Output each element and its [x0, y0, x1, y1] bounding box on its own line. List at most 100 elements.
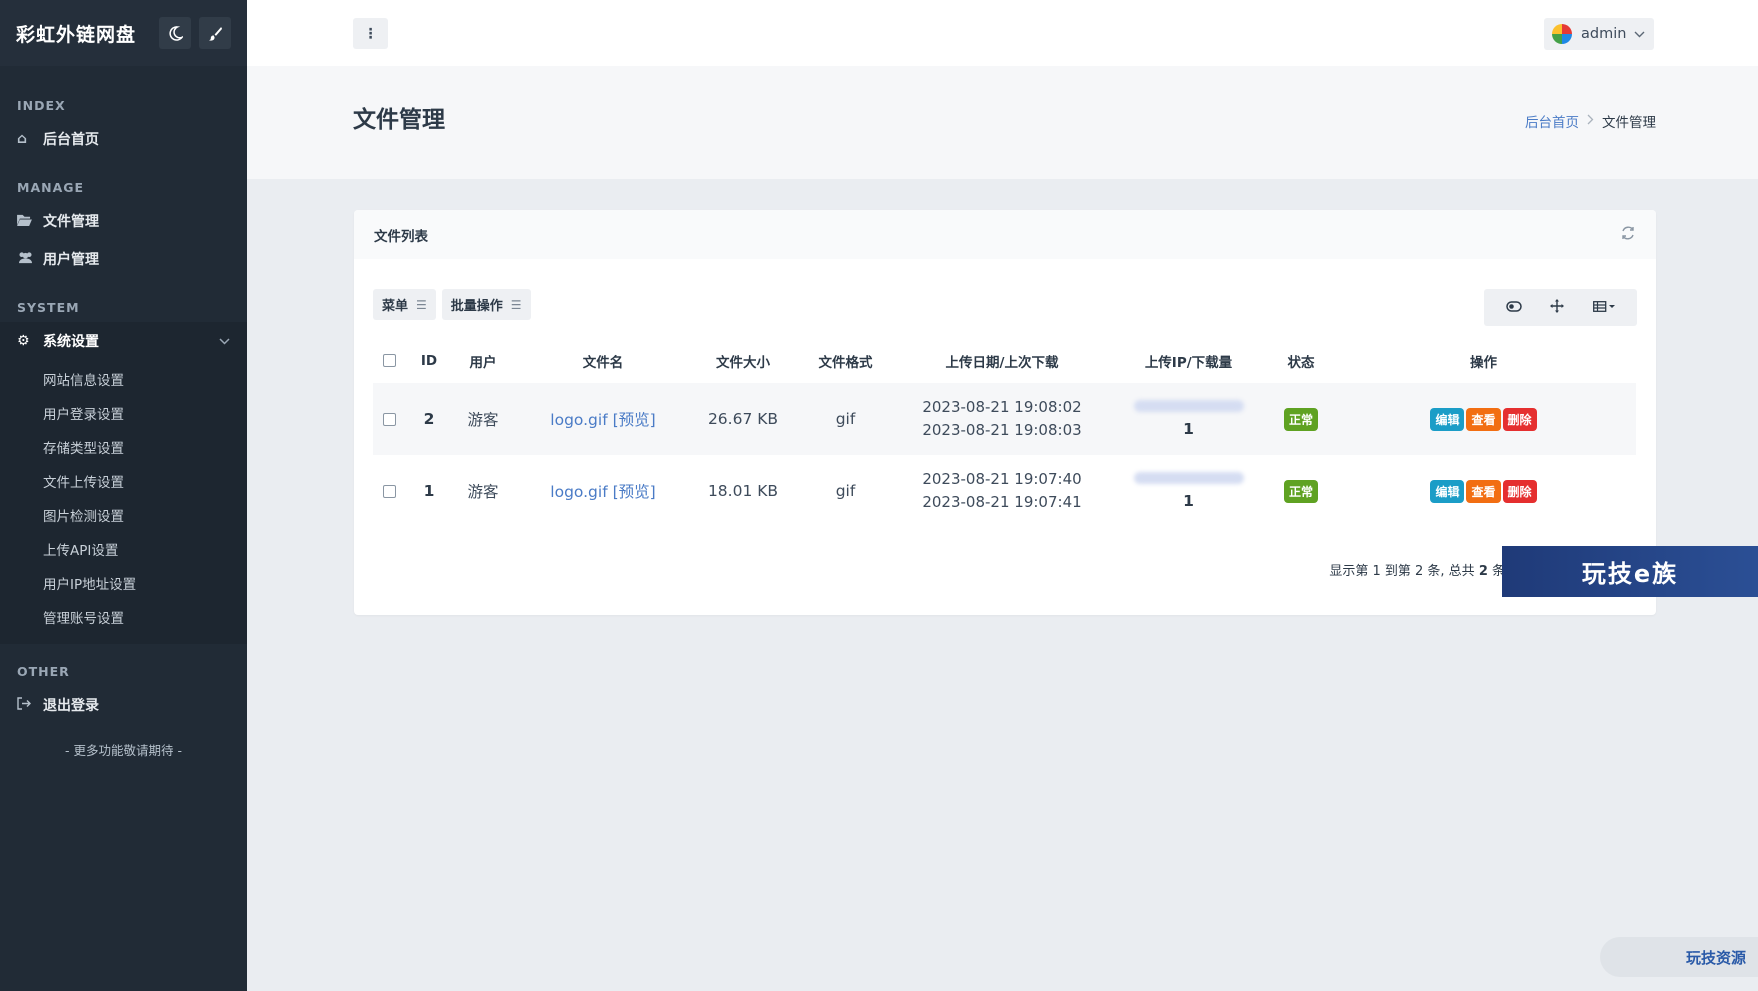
page-title-bar: 文件管理 后台首页 文件管理 — [247, 66, 1758, 179]
columns-icon[interactable] — [1592, 300, 1615, 316]
delete-button[interactable]: 删除 — [1502, 407, 1537, 431]
folder-open-icon — [17, 213, 43, 230]
moon-icon — [168, 25, 183, 41]
file-id: 1 — [423, 482, 435, 500]
top-header: ⋮ admin — [247, 0, 1758, 66]
column-header-user[interactable]: 用户 — [453, 338, 513, 383]
pagination-total: 2 — [1478, 564, 1488, 579]
more-menu-button[interactable]: ⋮ — [353, 18, 388, 49]
select-all-checkbox[interactable] — [382, 354, 396, 367]
view-button[interactable]: 查看 — [1466, 407, 1501, 431]
batch-label: 批量操作 — [450, 299, 503, 314]
refresh-icon[interactable] — [1620, 225, 1636, 245]
column-header-format[interactable]: 文件格式 — [793, 338, 898, 383]
row-checkbox[interactable] — [382, 413, 396, 426]
pagination-info: 显示第 1 到第 2 条, 总共 2 条 — [1329, 560, 1505, 579]
column-header-id[interactable]: ID — [405, 338, 453, 383]
column-header-filename[interactable]: 文件名 — [513, 338, 693, 383]
submenu-item-upload-api[interactable]: 上传API设置 — [0, 534, 247, 568]
nav-heading-index: INDEX — [17, 98, 66, 113]
chevron-down-icon — [219, 334, 230, 348]
pagination-prefix: 显示第 1 到第 2 条, 总共 — [1329, 564, 1479, 579]
users-icon — [17, 251, 43, 268]
card-title: 文件列表 — [374, 228, 428, 245]
home-icon: ⌂ — [17, 131, 28, 147]
file-size: 26.67 KB — [707, 410, 779, 428]
toggle-icon[interactable] — [1506, 300, 1522, 316]
username: admin — [1581, 26, 1627, 42]
delete-button[interactable]: 删除 — [1502, 479, 1537, 503]
row-select-cell — [373, 383, 405, 455]
file-name-link[interactable]: logo.gif — [550, 411, 607, 429]
edit-button[interactable]: 编辑 — [1430, 479, 1465, 503]
user-menu-button[interactable]: admin — [1544, 18, 1654, 50]
file-format: gif — [835, 482, 856, 500]
dark-mode-toggle[interactable] — [159, 17, 191, 49]
file-user: 游客 — [467, 483, 499, 501]
preview-link[interactable]: [预览] — [613, 483, 656, 501]
submenu-item-image-check[interactable]: 图片检测设置 — [0, 500, 247, 534]
download-count: 1 — [1183, 420, 1194, 438]
theme-button[interactable] — [199, 17, 231, 49]
sidebar-item-label: 系统设置 — [43, 334, 99, 350]
file-name-link[interactable]: logo.gif — [550, 483, 607, 501]
brand-title: 彩虹外链网盘 — [16, 23, 137, 46]
breadcrumb-home[interactable]: 后台首页 — [1525, 111, 1579, 131]
brand-bar: 彩虹外链网盘 — [0, 0, 247, 66]
batch-actions-button[interactable]: 批量操作 ☰ — [441, 289, 531, 320]
column-header-status[interactable]: 状态 — [1271, 338, 1331, 383]
gear-icon: ⚙ — [17, 333, 30, 349]
sidebar-item-settings[interactable]: ⚙ 系统设置 — [0, 322, 247, 360]
nav-heading-manage: MANAGE — [17, 180, 85, 195]
edit-button[interactable]: 编辑 — [1430, 407, 1465, 431]
upload-ip-redacted — [1133, 400, 1244, 412]
sidebar-item-label: 用户管理 — [43, 252, 99, 268]
sidebar-footer-note: - 更多功能敬请期待 - — [65, 743, 182, 758]
row-select-cell — [373, 455, 405, 527]
table-toolbar: 菜单 ☰ 批量操作 ☰ — [373, 289, 531, 320]
sidebar-item-files[interactable]: 文件管理 — [0, 202, 247, 240]
file-size: 18.01 KB — [707, 482, 779, 500]
submenu-item-user-ip[interactable]: 用户IP地址设置 — [0, 568, 247, 602]
sidebar-item-dashboard[interactable]: ⌂ 后台首页 — [0, 120, 247, 158]
kebab-icon: ⋮ — [363, 25, 378, 42]
sidebar-item-logout[interactable]: 退出登录 — [0, 686, 247, 724]
column-header-dates[interactable]: 上传日期/上次下载 — [898, 338, 1106, 383]
card-header: 文件列表 — [354, 210, 1656, 259]
nav-heading-system: SYSTEM — [17, 300, 80, 315]
status-cell: 正常 — [1271, 383, 1331, 455]
file-id: 2 — [423, 410, 435, 428]
column-header-actions: 操作 — [1470, 354, 1497, 371]
move-icon[interactable] — [1550, 298, 1565, 317]
brush-icon — [208, 26, 222, 41]
menu-dropdown-button[interactable]: 菜单 ☰ — [373, 289, 436, 320]
download-count: 1 — [1183, 492, 1194, 510]
row-checkbox[interactable] — [382, 485, 396, 498]
watermark-pill: 玩技资源 — [1600, 937, 1758, 977]
submenu-item-admin-account[interactable]: 管理账号设置 — [0, 602, 247, 636]
chevron-down-icon — [1634, 31, 1645, 37]
ip-downloads-cell: 1 — [1106, 383, 1271, 455]
chevron-right-icon — [1587, 113, 1594, 129]
sidebar: 彩虹外链网盘 INDEX ⌂ 后台首页 MANAGE 文件管理 用户管理 SYS… — [0, 0, 247, 991]
avatar — [1552, 24, 1572, 44]
submenu-item-storage-type[interactable]: 存储类型设置 — [0, 432, 247, 466]
upload-date: 2023-08-21 19:08:02 — [922, 398, 1082, 416]
sidebar-item-users[interactable]: 用户管理 — [0, 240, 247, 278]
ip-downloads-cell: 1 — [1106, 455, 1271, 527]
submenu-item-user-login[interactable]: 用户登录设置 — [0, 398, 247, 432]
submenu-item-site-info[interactable]: 网站信息设置 — [0, 364, 247, 398]
actions-cell: 编辑 查看 删除 — [1331, 455, 1636, 527]
page-title: 文件管理 — [353, 107, 445, 133]
view-button[interactable]: 查看 — [1466, 479, 1501, 503]
upload-date: 2023-08-21 19:07:40 — [922, 470, 1082, 488]
column-header-size[interactable]: 文件大小 — [693, 338, 793, 383]
logout-icon — [17, 696, 43, 714]
submenu-item-file-upload[interactable]: 文件上传设置 — [0, 466, 247, 500]
column-header-ip-downloads[interactable]: 上传IP/下载量 — [1106, 338, 1271, 383]
file-table: ID 用户 文件名 文件大小 文件格式 上传日期/上次下载 上传IP/下载量 状… — [373, 338, 1636, 527]
list-icon: ☰ — [510, 297, 522, 312]
breadcrumb-current: 文件管理 — [1602, 115, 1656, 131]
settings-submenu: 网站信息设置 用户登录设置 存储类型设置 文件上传设置 图片检测设置 上传API… — [0, 360, 247, 644]
preview-link[interactable]: [预览] — [613, 411, 656, 429]
